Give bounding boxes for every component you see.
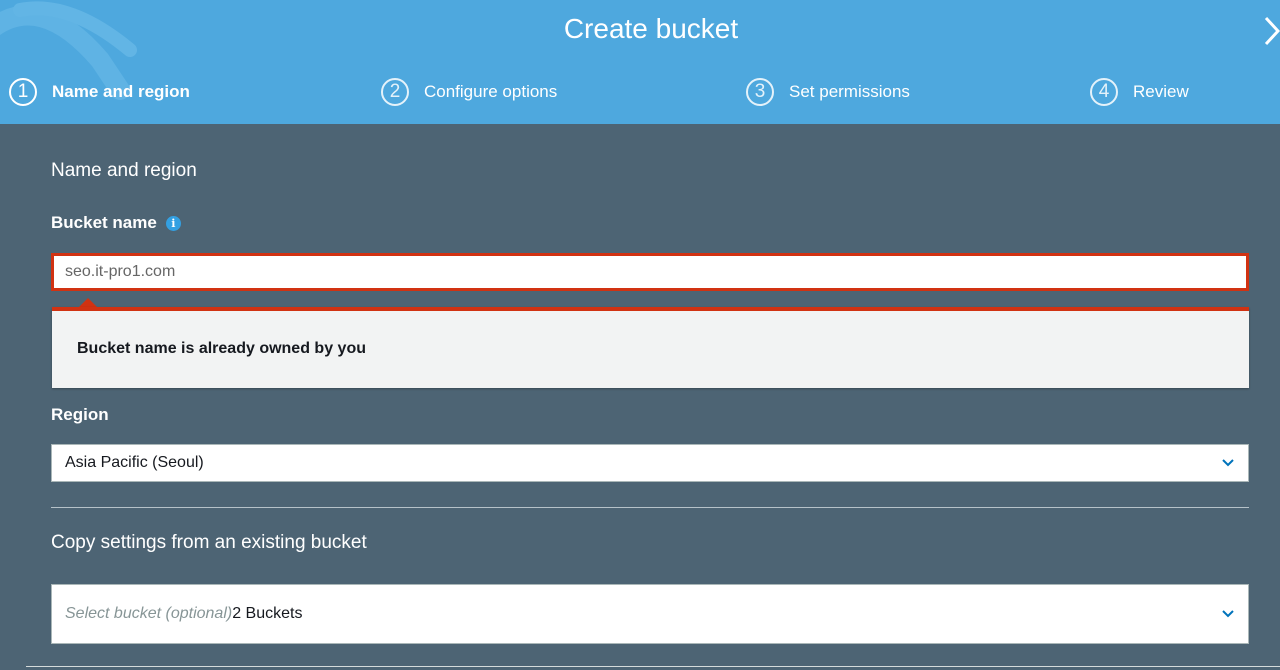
bucket-name-label-text: Bucket name — [51, 213, 157, 232]
step-label: Review — [1133, 82, 1189, 101]
step-set-permissions[interactable]: 3 Set permissions — [746, 76, 910, 108]
step-configure-options[interactable]: 2 Configure options — [381, 76, 557, 108]
select-bucket-placeholder: Select bucket (optional) — [65, 605, 233, 622]
step-number: 3 — [746, 78, 774, 106]
error-message: Bucket name is already owned by you — [77, 340, 366, 357]
bucket-count: 2 Buckets — [232, 605, 303, 622]
info-icon[interactable]: i — [165, 215, 181, 231]
modal-header: Create bucket 1 Name and region 2 Config… — [0, 0, 1280, 124]
section-title: Name and region — [51, 160, 197, 181]
error-message-box: Bucket name is already owned by you — [52, 307, 1249, 388]
region-select[interactable]: Asia Pacific (Seoul) — [51, 444, 1249, 482]
region-label-text: Region — [51, 405, 109, 424]
step-label: Configure options — [424, 82, 558, 101]
chevron-down-icon — [1222, 610, 1234, 618]
region-selected-value: Asia Pacific (Seoul) — [65, 454, 204, 471]
copy-settings-select[interactable]: Select bucket (optional) 2 Buckets — [51, 584, 1249, 644]
bucket-name-input[interactable] — [51, 253, 1249, 291]
step-review[interactable]: 4 Review — [1090, 76, 1189, 108]
step-number: 4 — [1090, 78, 1118, 106]
step-label: Set permissions — [789, 82, 910, 101]
chevron-down-icon — [1222, 459, 1234, 467]
step-label: Name and region — [52, 82, 190, 101]
region-label: Region — [51, 405, 109, 425]
modal-title: Create bucket — [563, 13, 739, 44]
step-number: 1 — [9, 78, 37, 106]
step-name-and-region[interactable]: 1 Name and region — [9, 76, 190, 108]
close-icon[interactable] — [1262, 14, 1280, 48]
bucket-name-label: Bucket name i — [51, 213, 181, 233]
copy-settings-title: Copy settings from an existing bucket — [51, 532, 367, 553]
bottom-divider — [26, 666, 1280, 667]
step-number: 2 — [381, 78, 409, 106]
section-divider — [51, 507, 1249, 508]
